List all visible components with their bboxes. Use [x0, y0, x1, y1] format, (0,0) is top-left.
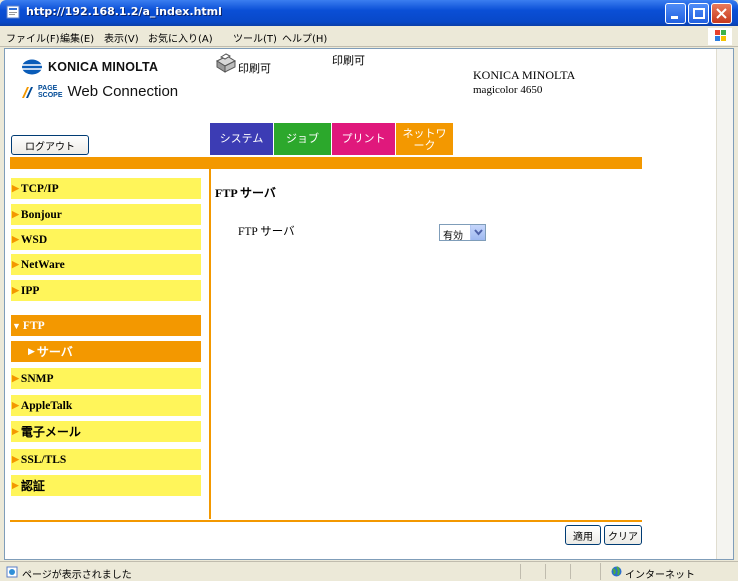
sidebar-item-label: AppleTalk	[20, 399, 73, 412]
arrow-right-icon: ▶	[12, 454, 19, 464]
sidebar-item-appletalk[interactable]: ▶ AppleTalk	[11, 395, 201, 416]
sidebar-item-ftp-server[interactable]: ▶ サーバ	[11, 341, 201, 362]
windows-logo-icon	[708, 28, 732, 45]
arrow-right-icon: ▶	[12, 285, 19, 295]
tab-network-line2: ーク	[413, 139, 436, 152]
footer-divider	[10, 520, 642, 522]
arrow-right-icon: ▶	[12, 259, 19, 269]
arrow-right-icon: ▶	[12, 234, 19, 244]
sidebar-item-label: Bonjour	[20, 208, 62, 221]
status-text: ページが表示されました	[22, 570, 132, 581]
status-separator	[545, 564, 546, 579]
status-separator	[520, 564, 521, 579]
status-separator	[570, 564, 571, 579]
security-zone: インターネット	[600, 563, 730, 581]
brand-name: KONICA MINOLTA	[48, 60, 159, 74]
pagescope-logo: PAGE SCOPE Web Connection	[21, 83, 178, 100]
konica-minolta-logo: KONICA MINOLTA	[21, 59, 158, 75]
sidebar-item-label: サーバ	[36, 345, 73, 359]
sidebar-item-ssltls[interactable]: ▶ SSL/TLS	[11, 449, 201, 470]
zone-text: インターネット	[625, 570, 695, 581]
sidebar-item-label: TCP/IP	[20, 182, 59, 195]
sidebar-divider	[209, 169, 211, 519]
menu-view[interactable]: 表示(V)	[104, 30, 139, 45]
sidebar-item-email[interactable]: ▶ 電子メール	[11, 421, 201, 442]
logout-button[interactable]: ログアウト	[11, 135, 89, 155]
maximize-button[interactable]	[688, 3, 709, 24]
ftp-server-label: FTP サーバ	[238, 226, 295, 238]
close-button[interactable]	[711, 3, 732, 24]
sidebar-item-label: WSD	[20, 233, 48, 246]
pagescope-wordmark: PAGE SCOPE	[38, 85, 63, 99]
clear-button[interactable]: クリア	[604, 525, 642, 545]
tab-job[interactable]: ジョブ	[274, 123, 331, 155]
printer-status-text-secondary: 印刷可	[332, 54, 365, 67]
menu-tools[interactable]: ツール(T)	[233, 30, 277, 45]
menu-help[interactable]: ヘルプ(H)	[282, 30, 327, 45]
arrow-right-icon: ▶	[12, 426, 19, 437]
pagescope-icon	[22, 86, 33, 98]
tab-system[interactable]: システム	[210, 123, 273, 155]
arrow-right-icon: ▶	[12, 183, 19, 193]
arrow-right-icon: ▶	[12, 209, 19, 219]
pagescope-line2: SCOPE	[38, 91, 63, 99]
tab-network[interactable]: ネットワ ーク	[396, 123, 453, 155]
sidebar-item-wsd[interactable]: ▶ WSD	[11, 229, 201, 250]
browser-content: KONICA MINOLTA PAGE SCOPE Web Connection…	[4, 48, 734, 560]
menu-bar: ファイル(F) 編集(E) 表示(V) お気に入り(A) ツール(T) ヘルプ(…	[0, 26, 738, 47]
arrow-right-icon: ▶	[12, 400, 19, 410]
globe-icon	[611, 566, 622, 577]
sidebar-item-label: FTP	[22, 319, 45, 332]
sidebar-item-ipp[interactable]: ▶ IPP	[11, 280, 201, 301]
page-title: FTP サーバ	[215, 186, 276, 200]
arrow-right-icon: ▶	[28, 346, 35, 357]
header-divider-bar	[10, 157, 642, 169]
sidebar-item-auth[interactable]: ▶ 認証	[11, 475, 201, 496]
sidebar-item-label: SSL/TLS	[20, 453, 67, 466]
sidebar-item-bonjour[interactable]: ▶ Bonjour	[11, 204, 201, 225]
product-name: Web Connection	[67, 83, 179, 100]
apply-button[interactable]: 適用	[565, 525, 601, 545]
minimize-button[interactable]	[665, 3, 686, 24]
konica-minolta-globe-icon	[22, 59, 42, 75]
pagescope-line1: PAGE	[38, 84, 58, 92]
window-title: http://192.168.1.2/a_index.html	[26, 5, 222, 18]
ftp-server-select[interactable]: 有効	[439, 224, 486, 242]
arrow-right-icon: ▶	[12, 373, 19, 383]
maximize-icon	[693, 8, 705, 19]
sidebar-item-label: NetWare	[20, 258, 65, 271]
window-titlebar: http://192.168.1.2/a_index.html	[0, 0, 738, 26]
close-icon	[716, 8, 727, 19]
printer-status-icon	[215, 53, 237, 73]
ftp-server-select-value: 有効	[443, 231, 463, 242]
sidebar-item-label: IPP	[20, 284, 40, 297]
status-bar: ページが表示されました インターネット	[0, 561, 738, 581]
printer-status-text: 印刷可	[238, 62, 271, 75]
sidebar-item-tcpip[interactable]: ▶ TCP/IP	[11, 178, 201, 199]
sidebar-item-netware[interactable]: ▶ NetWare	[11, 254, 201, 275]
minimize-icon	[671, 16, 678, 19]
sidebar-item-label: SNMP	[20, 372, 54, 385]
tab-print[interactable]: プリント	[332, 123, 395, 155]
arrow-down-icon: ▼	[12, 320, 21, 331]
chevron-down-icon	[470, 225, 485, 240]
menu-favorites[interactable]: お気に入り(A)	[148, 30, 213, 45]
device-maker: KONICA MINOLTA	[473, 68, 576, 82]
menu-edit[interactable]: 編集(E)	[60, 30, 94, 45]
vertical-scrollbar[interactable]	[716, 49, 733, 559]
arrow-right-icon: ▶	[12, 480, 19, 491]
sidebar-item-label: 認証	[20, 479, 45, 493]
sidebar-item-snmp[interactable]: ▶ SNMP	[11, 368, 201, 389]
ie-page-icon	[6, 5, 20, 19]
sidebar-item-ftp[interactable]: ▼ FTP	[11, 315, 201, 336]
menu-file[interactable]: ファイル(F)	[6, 30, 60, 45]
page-done-icon	[6, 566, 18, 578]
sidebar-item-label: 電子メール	[20, 425, 81, 439]
device-model: magicolor 4650	[473, 84, 543, 96]
